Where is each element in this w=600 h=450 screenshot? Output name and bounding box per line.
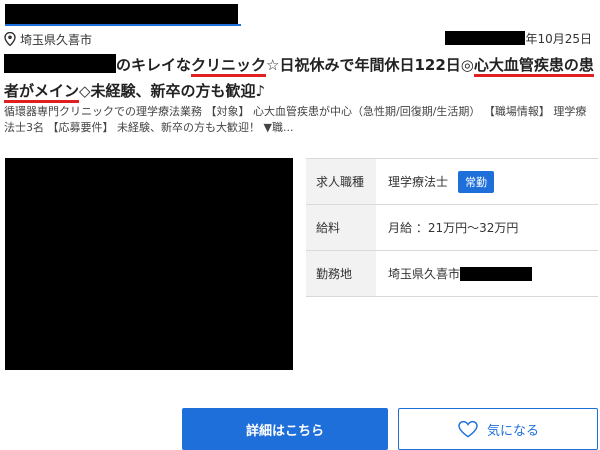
job-info-table: 求人職種 理学療法士 常勤 給料 月給 ：21万円〜32万円 勤務地 埼玉県久喜… [306,158,598,297]
info-row-salary: 給料 月給 ：21万円〜32万円 [306,205,598,251]
header-redacted-bar [5,4,241,26]
info-value: 埼玉県久喜市 [376,251,598,296]
redacted-block [5,4,238,24]
info-row-job-type: 求人職種 理学療法士 常勤 [306,159,598,205]
job-title[interactable]: のキレイなクリニック☆日祝休みで年間休日122日◎心大血管疾患の患者がメイン◇未… [4,52,594,104]
title-part: のキレイな [116,56,192,74]
job-type-value: 理学療法士 [388,175,449,189]
redacted-block [460,266,533,281]
info-row-workplace: 勤務地 埼玉県久喜市 [306,251,598,297]
title-highlight: クリニック [191,56,267,77]
detail-button[interactable]: 詳細はこちら [182,408,388,450]
job-description: 循環器専門クリニックでの理学療法業務 【対象】 心大血管疾患が中心（急性期/回復… [4,105,587,134]
redacted-block [445,31,526,45]
title-highlight: 心大血管疾患の患 [473,56,594,77]
workplace-value: 埼玉県久喜市 [388,267,461,281]
job-photo-redacted [5,158,293,370]
title-part: ☆日祝休みで年間休日122日◎ [266,56,474,74]
info-label: 給料 [306,205,376,250]
redacted-block [4,54,116,73]
title-highlight: 者がメイン [4,82,80,103]
posted-date-text: 年10月25日 [525,31,592,46]
info-label: 求人職種 [306,159,376,204]
posted-date: 年10月25日 [445,30,592,46]
heart-icon [458,420,478,438]
location-text: 埼玉県久喜市 [20,32,93,47]
favorite-button[interactable]: 気になる [398,408,598,450]
info-value: 理学療法士 常勤 [376,159,598,204]
title-part: ◇未経験、新卒の方も歓迎♪ [79,82,266,100]
employment-type-badge: 常勤 [458,170,495,193]
favorite-label: 気になる [486,423,539,439]
info-label: 勤務地 [306,251,376,296]
location: 埼玉県久喜市 [4,30,92,48]
header-underline [5,24,241,26]
salary-value: 月給 ：21万円〜32万円 [388,221,519,235]
map-pin-icon [4,32,16,46]
